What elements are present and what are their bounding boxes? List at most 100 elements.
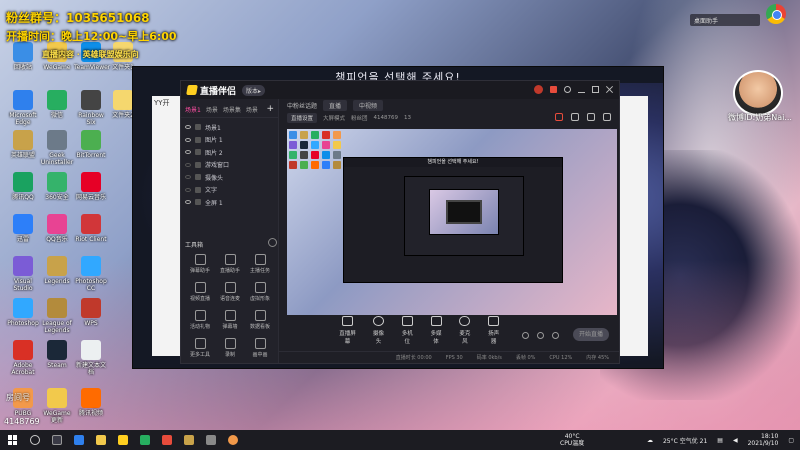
clock[interactable]: 18:10 2021/9/10 [748,433,779,447]
desktop-icon[interactable]: Photoshop CC [74,256,108,292]
desktop-icon[interactable]: WeGame 更新 [40,388,74,424]
tab-scene-2[interactable]: 场景 [206,105,218,114]
desktop-icon[interactable]: Rainbow Six [74,90,108,126]
tab-scene-3[interactable]: 场景集 [223,105,241,114]
microphone-button[interactable]: 麦克风 [458,316,471,345]
scene-source-item[interactable]: 图片 1 [185,134,274,147]
record-icon[interactable] [587,113,595,121]
scene-source-item[interactable]: 图片 2 [185,146,274,159]
yy-window[interactable]: YY开 [152,96,182,356]
visibility-eye-icon[interactable] [185,162,191,167]
gear-icon[interactable] [552,332,560,339]
share-icon[interactable] [603,113,611,121]
volume-icon[interactable]: ◀ [733,437,738,444]
desktop-icon[interactable]: 新建文本文档 [74,340,108,376]
visibility-eye-icon[interactable] [185,175,191,180]
visibility-eye-icon[interactable] [185,187,191,192]
live-category-chip[interactable]: 直播 [323,100,348,111]
visibility-eye-icon[interactable] [185,150,191,155]
start-live-button[interactable]: 开始直播 [573,328,609,341]
toolbox-item[interactable]: 主播任务 [245,254,275,274]
league-taskbar-icon[interactable] [184,435,194,445]
toolbox-item[interactable]: 视频直播 [185,282,215,302]
desktop-icon[interactable]: 迅雷 [6,214,40,243]
app-icon-4[interactable] [228,435,238,445]
close-button[interactable] [606,86,613,93]
minimize-button[interactable] [578,86,585,93]
desktop-icon[interactable]: 英雄联盟 [6,130,40,159]
desktop-icon[interactable]: Adobe Acrobat [6,340,40,376]
app-icon-1[interactable] [74,435,84,445]
desktop-icon[interactable]: BitTorrent [74,130,108,159]
gift-icon[interactable] [550,86,557,93]
weather-text[interactable]: 25°C 空气优 21 [663,436,707,445]
desktop-icon[interactable]: 微信 [40,90,74,119]
network-icon[interactable]: ▤ [717,437,723,444]
camera-button[interactable]: 摄像头 [372,316,385,345]
settings-icon[interactable] [564,86,571,93]
user-avatar-icon[interactable] [534,85,543,94]
toolbox-item[interactable]: 直播助手 [215,254,245,274]
app-icon-3[interactable] [206,435,216,445]
toolbox-item[interactable]: 画中画 [245,338,275,358]
desktop-icon[interactable]: QQ音乐 [40,214,74,243]
eye-icon[interactable] [537,332,545,339]
tab-scene-1[interactable]: 场景1 [185,105,201,114]
search-icon[interactable] [30,435,40,445]
desktop-icon[interactable]: Geek Uninstaller [40,130,74,166]
screen-capture-button[interactable]: 直播屏幕 [339,316,356,345]
big-screen-mode[interactable]: 大屏模式 [323,114,345,122]
speaker-button[interactable]: 扬声器 [487,316,500,345]
desktop-icon[interactable]: Riot Client [74,214,108,243]
desktop-icon[interactable]: Photoshop [6,298,40,327]
app-version-badge[interactable]: 版本▸ [242,84,266,96]
desktop-icon[interactable]: 腾讯视频 [74,388,108,417]
media-button[interactable]: 多媒体 [430,316,443,345]
scene-source-item[interactable]: 全屏 1 [185,196,274,209]
live-preview[interactable]: 챔피언을 선택해 주세요! [287,129,617,315]
toolbox-item[interactable]: 语音连麦 [215,282,245,302]
toolbox-item[interactable]: 数据看板 [245,310,275,330]
toolbox-item[interactable]: 弹幕助手 [185,254,215,274]
chrome-icon[interactable] [766,4,786,24]
desktop-icon[interactable]: Legends [40,256,74,285]
scene-source-item[interactable]: 摄像头 [185,171,274,184]
desktop-widget[interactable]: 桌面助手 [690,14,760,26]
live-subcategory-chip[interactable]: 中视频 [353,100,384,111]
notification-icon[interactable]: ▢ [788,437,794,444]
toolbox-item[interactable]: 更多工具 [185,338,215,358]
folder-icon[interactable] [96,435,106,445]
streaming-app-window[interactable]: 直播伴侣 版本▸ 场景1 场景 场景集 场景 + 场景1 图片 1 图片 2 游戏窗口… [180,80,620,364]
desktop-icon[interactable]: WPS [74,298,108,327]
toolbox-item[interactable]: 活动礼物 [185,310,215,330]
desktop-icon[interactable]: 网易云音乐 [74,172,108,201]
visibility-eye-icon[interactable] [185,200,191,205]
desktop-icon[interactable]: Visual Studio [6,256,40,292]
live-topic[interactable]: 中粉丝话题 [287,101,317,110]
task-view-icon[interactable] [52,435,62,445]
toolbox-item[interactable]: 录制 [215,338,245,358]
desktop-icon[interactable]: Steam [40,340,74,369]
visibility-eye-icon[interactable] [185,125,191,130]
toolbox-item[interactable]: 虚拟形象 [245,282,275,302]
app-icon-2[interactable] [162,435,172,445]
multi-cam-button[interactable]: 多机位 [401,316,414,345]
share-gift-icon[interactable] [555,113,563,121]
app-titlebar[interactable]: 直播伴侣 版本▸ [181,81,619,99]
toolbox-expand-icon[interactable] [268,238,277,247]
windows-start-icon[interactable] [8,435,18,445]
toolbox-item[interactable]: 弹幕墙 [215,310,245,330]
filter-icon[interactable] [522,332,530,339]
desktop-icon[interactable]: League of Legends [40,298,74,334]
add-scene-icon[interactable]: + [266,104,274,114]
scene-source-item[interactable]: 场景1 [185,121,274,134]
fan-club[interactable]: 粉丝团 [351,114,368,122]
scene-source-item[interactable]: 文字 [185,184,274,197]
desktop-icon[interactable]: 腾讯QQ [6,172,40,201]
streaming-app-taskbar-icon[interactable] [118,435,128,445]
layout-icon[interactable] [571,113,579,121]
visibility-eye-icon[interactable] [185,137,191,142]
desktop-icon[interactable]: 360安全 [40,172,74,201]
live-settings-button[interactable]: 直播设置 [287,113,318,123]
maximize-button[interactable] [592,86,599,93]
